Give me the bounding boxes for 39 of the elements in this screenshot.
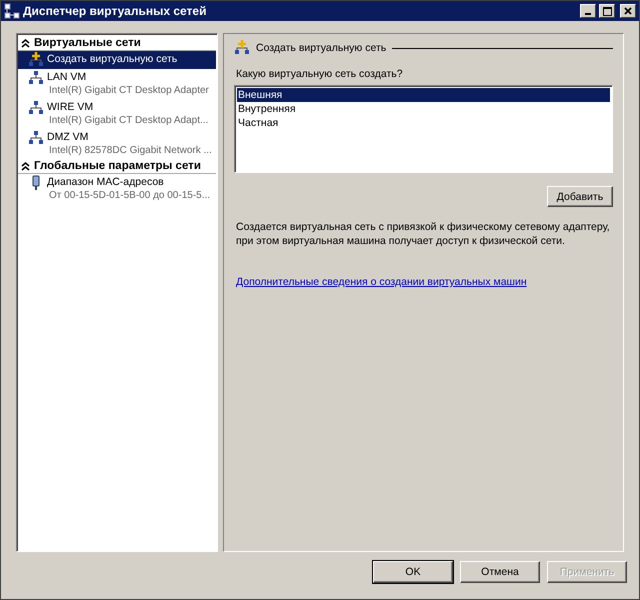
network-icon: [28, 70, 44, 86]
network-icon: [28, 100, 44, 116]
help-link[interactable]: Дополнительные сведения о создании виртуальных машин: [236, 276, 527, 288]
adapter-detail: От 00-15-5D-01-5B-00 до 00-15-5...: [48, 189, 210, 203]
adapter-detail: Intel(R) Gigabit CT Desktop Adapter: [48, 84, 209, 98]
network-icon: [4, 3, 20, 19]
item-name: WIRE VM: [47, 100, 94, 114]
window-title: Диспетчер виртуальных сетей: [23, 4, 206, 18]
add-button[interactable]: Добавить: [547, 186, 613, 207]
question-label: Какую виртуальную сеть создать?: [236, 68, 404, 80]
minimize-button[interactable]: [580, 4, 596, 18]
dialog-button[interactable]: Отмена: [460, 561, 540, 583]
adapter-detail: Intel(R) Gigabit CT Desktop Adapt...: [48, 114, 208, 128]
list-option[interactable]: Частная: [237, 116, 610, 130]
section-header: Глобальные параметры сети: [34, 160, 201, 172]
section-title: Создать виртуальную сеть: [256, 42, 386, 54]
tree-item[interactable]: Создать виртуальную сеть: [18, 51, 216, 69]
collapse-icon[interactable]: [21, 162, 30, 170]
close-button[interactable]: [620, 4, 636, 18]
list-option[interactable]: Внешняя: [237, 88, 610, 102]
network-add-icon: [28, 52, 44, 68]
maximize-icon: [602, 6, 612, 16]
network-add-icon: [234, 40, 250, 56]
list-option[interactable]: Внутренняя: [237, 102, 610, 116]
section-header: Виртуальные сети: [34, 37, 141, 49]
tree-item[interactable]: LAN VM Intel(R) Gigabit CT Desktop Adapter: [18, 69, 216, 99]
tree-item[interactable]: WIRE VM Intel(R) Gigabit CT Desktop Adapt...: [18, 99, 216, 129]
maximize-button[interactable]: [599, 4, 615, 18]
item-name: DMZ VM: [47, 130, 90, 144]
dialog-button[interactable]: OK: [373, 561, 453, 583]
item-name: LAN VM: [47, 70, 88, 84]
adapter-detail: Intel(R) 82578DC Gigabit Network ...: [48, 144, 212, 158]
tree-item[interactable]: DMZ VM Intel(R) 82578DC Gigabit Network ...: [18, 129, 216, 159]
collapse-icon[interactable]: [21, 38, 30, 48]
description-text: Создается виртуальная сеть с привязкой к физическому сетевому адаптеру, при этом виртуальная машина получает доступ к физической сети.: [236, 220, 611, 248]
close-icon: [624, 7, 632, 15]
item-name: Диапазон MAC-адресов: [47, 175, 165, 189]
tree-item[interactable]: Диапазон MAC-адресов От 00-15-5D-01-5B-00 до 00-15-5...: [18, 174, 216, 204]
network-icon: [28, 130, 44, 146]
